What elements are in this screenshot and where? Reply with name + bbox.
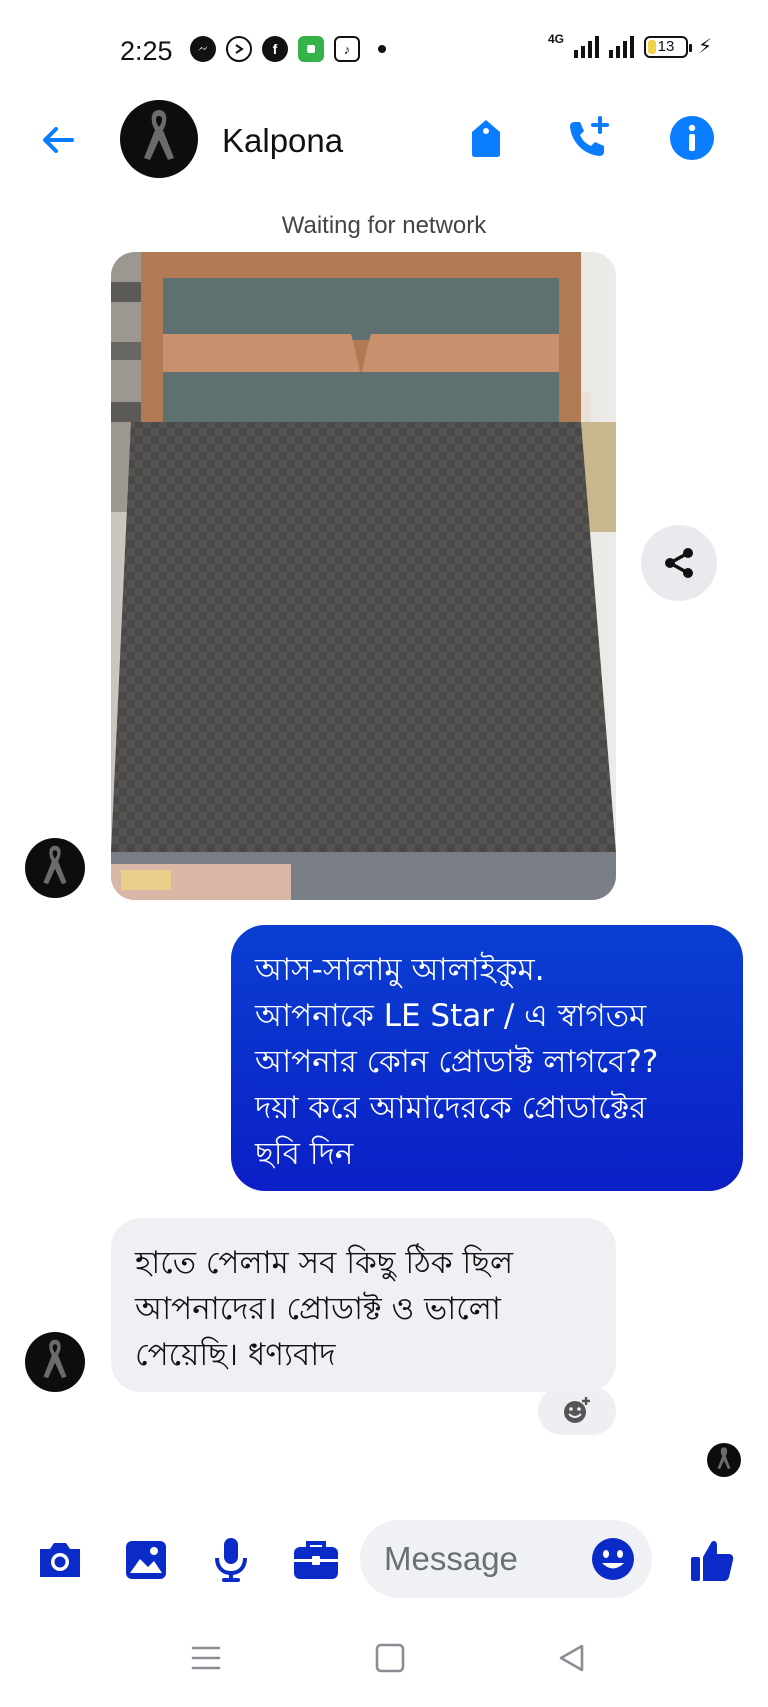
message-input[interactable] — [384, 1536, 584, 1582]
incoming-message-bubble[interactable]: হাতে পেলাম সব কিছু ঠিক ছিল আপনাদের। প্রো… — [111, 1218, 616, 1392]
app-icon — [298, 36, 324, 62]
message-line: হাতে পেলাম সব কিছু ঠিক ছিল — [135, 1245, 514, 1281]
notification-icons: f ♪ — [190, 36, 386, 62]
add-reaction-button[interactable] — [538, 1387, 616, 1435]
thumbs-up-icon — [691, 1540, 734, 1581]
network-label: 4G — [547, 31, 564, 46]
status-right: 4G 13 ⚡ — [547, 31, 712, 59]
messenger-icon — [190, 36, 216, 62]
sync-icon — [226, 36, 252, 62]
microphone-icon — [215, 1538, 247, 1582]
message-composer — [0, 1510, 768, 1610]
sender-avatar[interactable] — [25, 838, 85, 898]
message-line: আপনাকে LE Star / এ স্বাগতম — [255, 998, 647, 1034]
message-line: আস-সালামু আলাইকুম. — [255, 952, 545, 988]
battery-icon: 13 — [643, 35, 692, 58]
message-line: আপনার কোন প্রোডাক্ট লাগবে?? — [255, 1044, 659, 1080]
back-button[interactable] — [36, 118, 80, 162]
message-line: ছবি দিন — [255, 1136, 354, 1172]
tiktok-icon: ♪ — [334, 36, 360, 62]
like-button[interactable] — [686, 1534, 738, 1586]
bed-photo — [111, 252, 616, 900]
system-nav-bar — [0, 1620, 768, 1707]
sender-avatar[interactable] — [25, 1332, 85, 1392]
square-icon — [375, 1643, 405, 1673]
message-field[interactable] — [360, 1520, 652, 1598]
battery-level: 13 — [657, 38, 675, 55]
camera-icon — [40, 1543, 80, 1577]
info-button[interactable] — [668, 114, 716, 162]
outgoing-message-bubble[interactable]: আস-সালামু আলাইকুম. আপনাকে LE Star / এ স্… — [231, 925, 743, 1191]
gallery-button[interactable] — [120, 1534, 172, 1586]
signal-icon-2 — [608, 35, 634, 58]
info-icon — [670, 116, 714, 160]
seen-receipt-avatar — [707, 1443, 741, 1477]
tag-icon — [472, 120, 500, 157]
add-reaction-icon — [564, 1397, 590, 1423]
chat-header: Kalpona — [0, 100, 768, 210]
status-time: 2:25 — [120, 36, 173, 66]
network-status: Waiting for network — [281, 212, 487, 239]
charging-icon: ⚡ — [697, 36, 712, 58]
contact-avatar[interactable] — [120, 100, 198, 178]
emoji-button[interactable] — [590, 1536, 636, 1582]
signal-icon — [573, 35, 599, 58]
home-button[interactable] — [370, 1638, 410, 1678]
message-line: আপনাদের। প্রোডাক্ট ও ভালো — [135, 1291, 501, 1327]
camera-button[interactable] — [34, 1534, 86, 1586]
tag-button[interactable] — [462, 114, 510, 162]
message-line: দয়া করে আমাদেরকে প্রোডাক্টের — [255, 1090, 647, 1126]
voice-button[interactable] — [205, 1534, 257, 1586]
facebook-icon: f — [262, 36, 288, 62]
status-bar: 2:25 f ♪ 4G 13 ⚡ — [0, 0, 768, 100]
menu-icon — [191, 1646, 221, 1670]
image-icon — [126, 1541, 166, 1579]
business-tools-button[interactable] — [290, 1534, 342, 1586]
message-line: পেয়েছি। ধণ্যবাদ — [135, 1337, 336, 1373]
share-icon — [665, 548, 693, 578]
ribbon-icon — [43, 1339, 67, 1379]
more-notifications-dot — [378, 45, 386, 53]
image-message[interactable] — [111, 252, 616, 900]
ribbon-icon — [717, 1447, 731, 1470]
ribbon-icon — [43, 845, 67, 885]
briefcase-icon — [294, 1541, 338, 1579]
contact-name[interactable]: Kalpona — [222, 122, 343, 160]
phone-plus-icon — [570, 116, 609, 156]
ribbon-icon — [144, 110, 174, 160]
add-call-button[interactable] — [564, 114, 612, 162]
share-button[interactable] — [641, 525, 717, 601]
triangle-back-icon — [559, 1644, 584, 1672]
back-nav-button[interactable] — [552, 1638, 592, 1678]
arrow-left-icon — [43, 127, 74, 153]
recents-button[interactable] — [186, 1638, 226, 1678]
emoji-icon — [592, 1538, 634, 1580]
